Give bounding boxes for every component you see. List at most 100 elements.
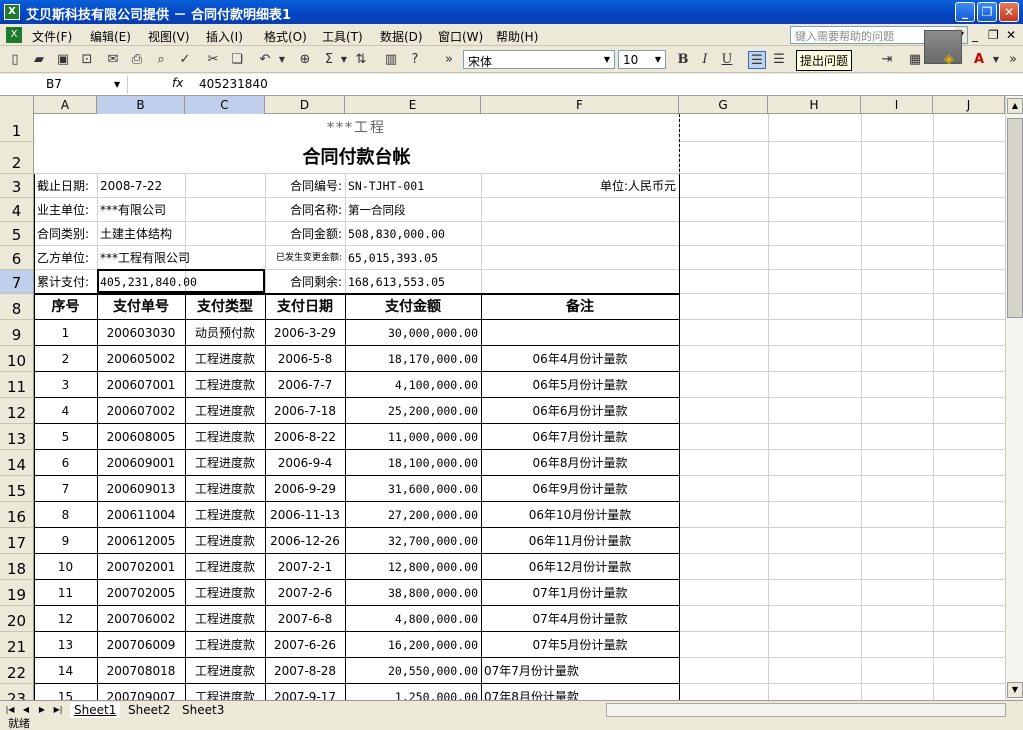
- chart-wizard-icon[interactable]: ▥: [382, 51, 400, 69]
- doc-restore-button[interactable]: ❐: [988, 28, 999, 42]
- info-label[interactable]: 乙方单位:: [37, 246, 94, 270]
- record-seq[interactable]: 15: [37, 684, 94, 700]
- menu-file[interactable]: 文件(F): [32, 28, 72, 45]
- row-header[interactable]: 11: [0, 372, 34, 398]
- record-payment-no[interactable]: 200603030: [100, 320, 182, 346]
- record-remark[interactable]: 06年10月份计量款: [484, 502, 676, 528]
- borders-icon[interactable]: ▦: [906, 51, 924, 69]
- font-color-icon[interactable]: A: [970, 51, 988, 69]
- record-payment-type[interactable]: 工程进度款: [188, 632, 262, 658]
- record-payment-date[interactable]: 2007-8-28: [268, 658, 342, 684]
- horizontal-scrollbar[interactable]: [606, 703, 1006, 717]
- minimize-button[interactable]: _: [955, 2, 975, 22]
- info-label[interactable]: 业主单位:: [37, 198, 94, 222]
- menu-view[interactable]: 视图(V): [148, 28, 190, 45]
- tab-sheet2[interactable]: Sheet2: [124, 702, 174, 718]
- record-seq[interactable]: 3: [37, 372, 94, 398]
- vertical-scrollbar[interactable]: ▲ ▼: [1005, 96, 1023, 700]
- font-name-select[interactable]: 宋体 ▼: [463, 50, 615, 69]
- font-size-select[interactable]: 10 ▼: [618, 50, 666, 69]
- record-remark[interactable]: 06年4月份计量款: [484, 346, 676, 372]
- new-file-icon[interactable]: ▯: [6, 51, 24, 69]
- record-seq[interactable]: 4: [37, 398, 94, 424]
- row-header[interactable]: 14: [0, 450, 34, 476]
- info-label[interactable]: 合同名称:: [268, 198, 342, 222]
- chevron-down-icon[interactable]: ▼: [652, 52, 664, 67]
- vertical-scroll-thumb[interactable]: [1007, 118, 1023, 318]
- record-amount[interactable]: 18,100,000.00: [348, 450, 478, 476]
- info-label[interactable]: 合同编号:: [268, 174, 342, 198]
- record-seq[interactable]: 1: [37, 320, 94, 346]
- undo-icon[interactable]: ↶: [256, 51, 274, 69]
- close-button[interactable]: ✕: [999, 2, 1019, 22]
- toolbar-options-icon[interactable]: »: [440, 51, 458, 69]
- record-remark[interactable]: 06年11月份计量款: [484, 528, 676, 554]
- last-sheet-icon[interactable]: ▶|: [52, 703, 64, 717]
- unit-label[interactable]: 单位:人民币元: [484, 174, 676, 198]
- info-label[interactable]: 合同剩余:: [268, 270, 342, 294]
- record-seq[interactable]: 12: [37, 606, 94, 632]
- permission-icon[interactable]: ⊡: [78, 51, 96, 69]
- record-remark[interactable]: 07年8月份计量款: [484, 684, 676, 700]
- info-label[interactable]: 截止日期:: [37, 174, 94, 198]
- record-amount[interactable]: 31,600,000.00: [348, 476, 478, 502]
- record-payment-type[interactable]: 动员预付款: [188, 320, 262, 346]
- project-banner[interactable]: ***工程: [37, 114, 676, 142]
- record-seq[interactable]: 6: [37, 450, 94, 476]
- record-payment-no[interactable]: 200605002: [100, 346, 182, 372]
- record-remark[interactable]: 06年12月份计量款: [484, 554, 676, 580]
- record-amount[interactable]: 20,550,000.00: [348, 658, 478, 684]
- record-payment-no[interactable]: 200706002: [100, 606, 182, 632]
- name-box[interactable]: B7 ▼: [2, 76, 128, 94]
- sort-ascending-icon[interactable]: ⇅: [352, 51, 370, 69]
- record-payment-type[interactable]: 工程进度款: [188, 658, 262, 684]
- record-remark[interactable]: 06年7月份计量款: [484, 424, 676, 450]
- print-icon[interactable]: ⎙: [128, 51, 146, 69]
- bold-button[interactable]: B: [674, 51, 692, 69]
- tab-sheet3[interactable]: Sheet3: [178, 702, 228, 718]
- record-payment-no[interactable]: 200702005: [100, 580, 182, 606]
- record-payment-date[interactable]: 2006-9-4: [268, 450, 342, 476]
- save-icon[interactable]: ▣: [54, 51, 72, 69]
- fill-color-icon[interactable]: ◈: [940, 51, 958, 69]
- info-label[interactable]: 累计支付:: [37, 270, 94, 294]
- row-header[interactable]: 7: [0, 270, 34, 294]
- undo-dropdown-icon[interactable]: ▼: [278, 51, 286, 69]
- doc-close-button[interactable]: ✕: [1006, 28, 1016, 42]
- record-amount[interactable]: 4,100,000.00: [348, 372, 478, 398]
- record-payment-no[interactable]: 200609001: [100, 450, 182, 476]
- record-payment-type[interactable]: 工程进度款: [188, 372, 262, 398]
- font-color-dropdown-icon[interactable]: ▼: [992, 51, 1000, 69]
- row-header[interactable]: 4: [0, 198, 34, 222]
- table-header[interactable]: 支付金额: [348, 294, 478, 320]
- record-payment-type[interactable]: 工程进度款: [188, 450, 262, 476]
- toolbar-overflow-icon[interactable]: »: [1004, 51, 1022, 69]
- record-amount[interactable]: 4,800,000.00: [348, 606, 478, 632]
- record-payment-date[interactable]: 2006-8-22: [268, 424, 342, 450]
- record-amount[interactable]: 32,700,000.00: [348, 528, 478, 554]
- menu-insert[interactable]: 插入(I): [206, 28, 243, 45]
- restore-button[interactable]: ❐: [977, 2, 997, 22]
- record-payment-type[interactable]: 工程进度款: [188, 502, 262, 528]
- row-header[interactable]: 5: [0, 222, 34, 246]
- record-remark[interactable]: 06年5月份计量款: [484, 372, 676, 398]
- row-header[interactable]: 1: [0, 114, 34, 142]
- record-seq[interactable]: 13: [37, 632, 94, 658]
- spelling-icon[interactable]: ✓: [176, 51, 194, 69]
- row-header[interactable]: 16: [0, 502, 34, 528]
- menu-help[interactable]: 帮助(H): [496, 28, 538, 45]
- worksheet-grid[interactable]: ABCDEFGHIJ ***工程 合同付款台帐 截止日期: 2008-7-22 合同编号…: [0, 96, 1005, 700]
- record-payment-date[interactable]: 2006-9-29: [268, 476, 342, 502]
- first-sheet-icon[interactable]: |◀: [4, 703, 16, 717]
- row-header[interactable]: 18: [0, 554, 34, 580]
- record-seq[interactable]: 11: [37, 580, 94, 606]
- row-header[interactable]: 21: [0, 632, 34, 658]
- record-remark[interactable]: 07年4月份计量款: [484, 606, 676, 632]
- italic-button[interactable]: I: [696, 51, 714, 69]
- record-payment-no[interactable]: 200607002: [100, 398, 182, 424]
- underline-button[interactable]: U: [718, 51, 736, 69]
- record-payment-no[interactable]: 200608005: [100, 424, 182, 450]
- record-payment-type[interactable]: 工程进度款: [188, 606, 262, 632]
- record-remark[interactable]: [484, 320, 676, 346]
- record-payment-date[interactable]: 2006-12-26: [268, 528, 342, 554]
